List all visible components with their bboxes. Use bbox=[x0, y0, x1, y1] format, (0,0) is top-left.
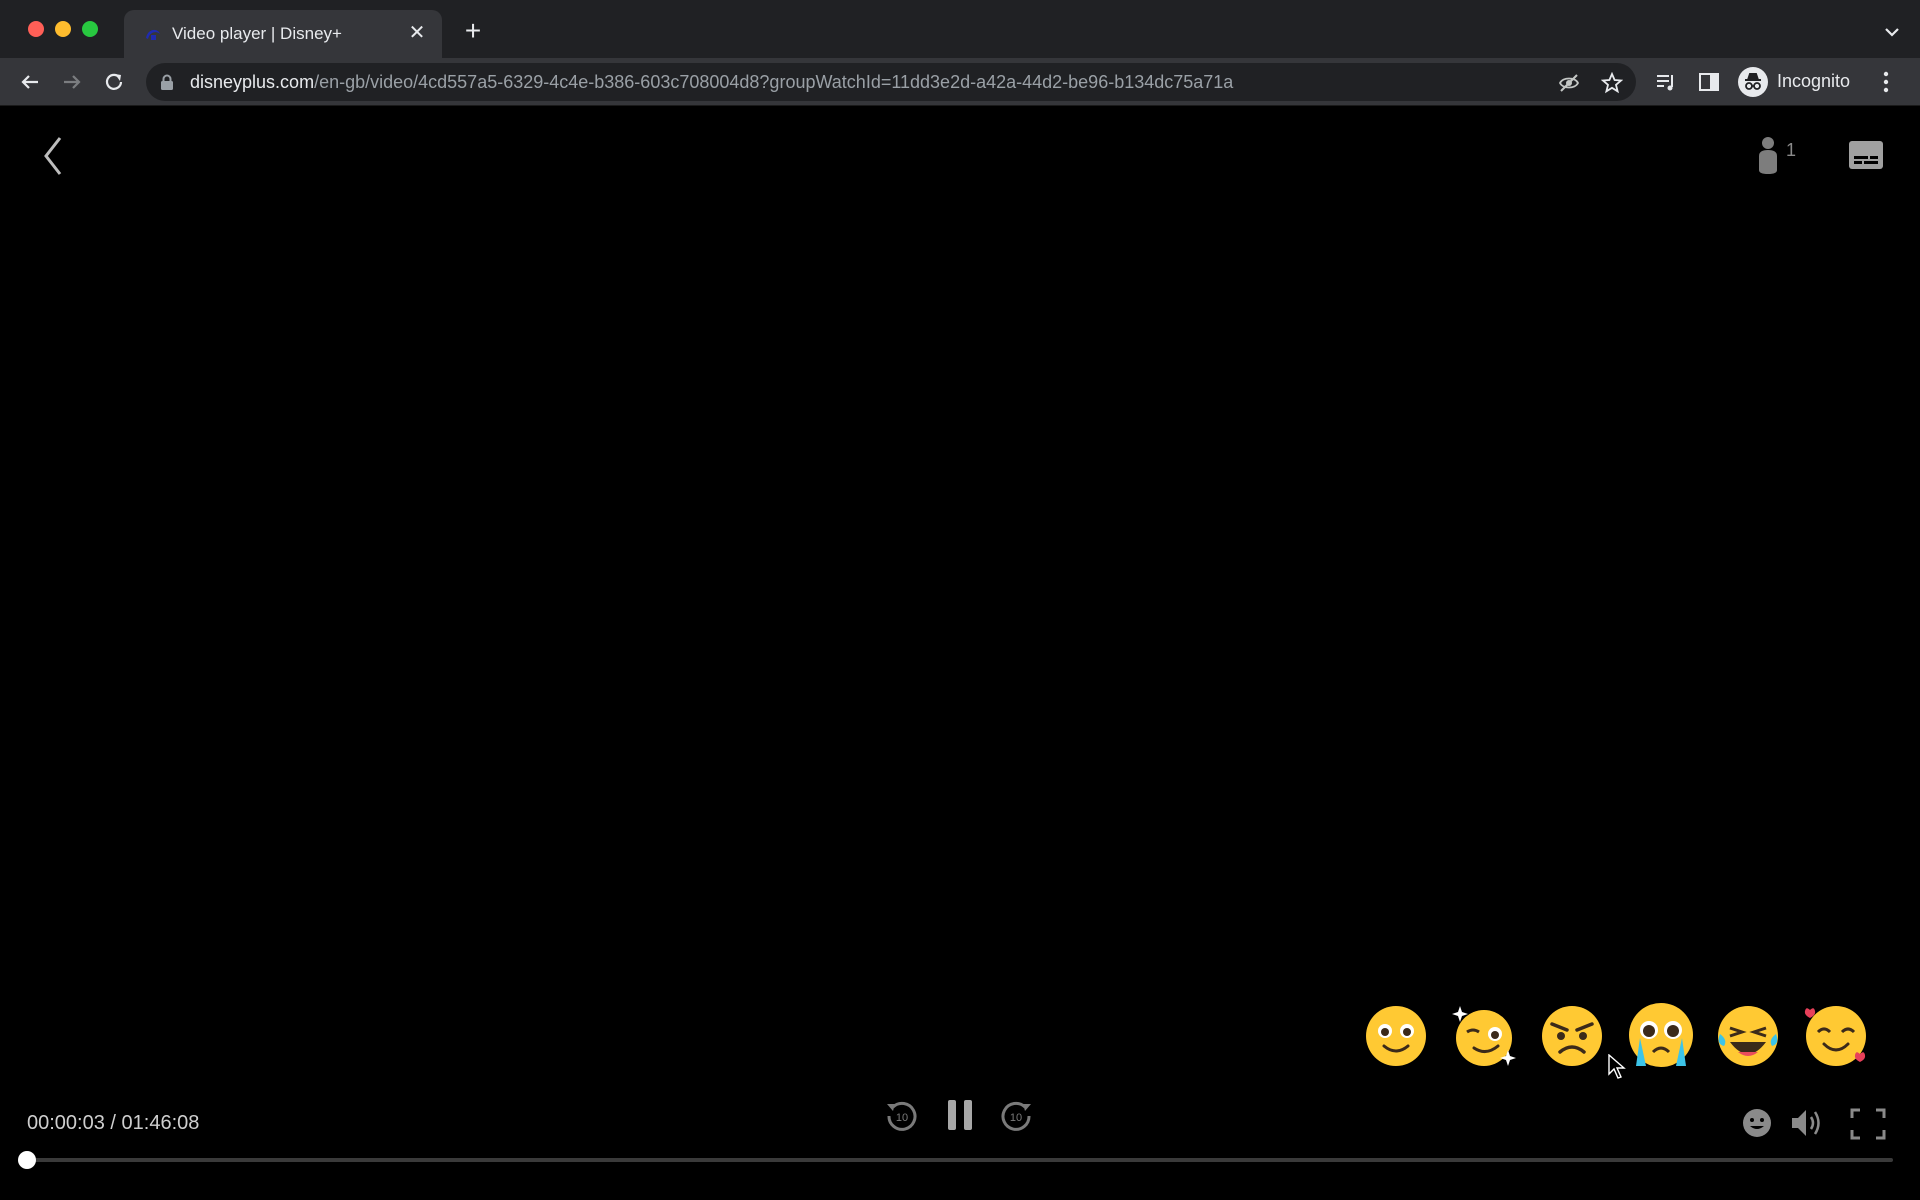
angry-face-reaction[interactable] bbox=[1540, 1004, 1604, 1068]
new-tab-button[interactable]: + bbox=[460, 17, 486, 45]
browser-window: Video player | Disney+ ✕ + disneyplus.co… bbox=[0, 0, 1920, 1200]
time-display: 00:00:03 / 01:46:08 bbox=[27, 1112, 200, 1134]
rewind-10-icon[interactable]: 10 bbox=[884, 1098, 920, 1134]
profile-label[interactable]: Incognito bbox=[1777, 71, 1850, 92]
more-menu-icon[interactable] bbox=[1882, 70, 1890, 94]
player-back-icon[interactable] bbox=[38, 132, 68, 180]
url-text[interactable]: disneyplus.com/en-gb/video/4cd557a5-6329… bbox=[190, 72, 1233, 93]
progress-scrubber-handle[interactable] bbox=[18, 1151, 36, 1169]
sparkle-wink-reaction[interactable] bbox=[1452, 1004, 1516, 1068]
address-bar[interactable]: disneyplus.com/en-gb/video/4cd557a5-6329… bbox=[146, 63, 1636, 101]
minimize-window-button[interactable] bbox=[55, 21, 71, 37]
bookmark-star-icon[interactable] bbox=[1601, 72, 1623, 94]
url-host: disneyplus.com bbox=[190, 72, 315, 92]
tab-search-icon[interactable] bbox=[1882, 22, 1902, 42]
eye-slash-icon[interactable] bbox=[1558, 72, 1580, 94]
browser-toolbar: disneyplus.com/en-gb/video/4cd557a5-6329… bbox=[0, 58, 1920, 106]
lock-icon[interactable] bbox=[160, 74, 174, 90]
maximize-window-button[interactable] bbox=[82, 21, 98, 37]
url-path: /en-gb/video/4cd557a5-6329-4c4e-b386-603… bbox=[314, 72, 1234, 92]
side-panel-icon[interactable] bbox=[1698, 71, 1720, 93]
laughing-face-reaction[interactable] bbox=[1716, 1004, 1780, 1068]
love-face-reaction[interactable] bbox=[1804, 1004, 1868, 1068]
rewind-label: 10 bbox=[896, 1112, 908, 1124]
forward-label: 10 bbox=[1010, 1112, 1022, 1124]
progress-bar[interactable] bbox=[27, 1158, 1893, 1162]
person-icon bbox=[1759, 137, 1777, 174]
disney-favicon-icon bbox=[146, 29, 160, 40]
fullscreen-icon[interactable] bbox=[1850, 1108, 1886, 1140]
tab-video-player[interactable]: Video player | Disney+ ✕ bbox=[124, 10, 442, 58]
close-tab-icon[interactable]: ✕ bbox=[406, 22, 428, 44]
video-player[interactable]: 1 00:00:03 / 01:46:08 10 10 bbox=[0, 106, 1920, 1200]
pause-icon[interactable] bbox=[946, 1098, 974, 1132]
tab-strip: Video player | Disney+ ✕ + bbox=[0, 0, 1920, 58]
reactions-toggle-icon[interactable] bbox=[1742, 1108, 1772, 1138]
tab-title: Video player | Disney+ bbox=[172, 24, 342, 43]
incognito-icon[interactable] bbox=[1738, 67, 1768, 97]
smiling-face-reaction[interactable] bbox=[1364, 1004, 1428, 1068]
crying-face-reaction[interactable] bbox=[1626, 1000, 1696, 1070]
subtitles-icon[interactable] bbox=[1848, 140, 1884, 170]
volume-icon[interactable] bbox=[1790, 1106, 1826, 1140]
reload-icon[interactable] bbox=[100, 68, 128, 96]
forward-10-icon[interactable]: 10 bbox=[998, 1098, 1034, 1134]
media-controls-icon[interactable] bbox=[1655, 71, 1677, 93]
close-window-button[interactable] bbox=[28, 21, 44, 37]
groupwatch-viewers[interactable]: 1 bbox=[1756, 134, 1802, 178]
viewer-count: 1 bbox=[1786, 140, 1797, 160]
back-arrow-icon[interactable] bbox=[16, 68, 44, 96]
forward-arrow-icon[interactable] bbox=[58, 68, 86, 96]
mouse-cursor-icon bbox=[1608, 1054, 1626, 1079]
